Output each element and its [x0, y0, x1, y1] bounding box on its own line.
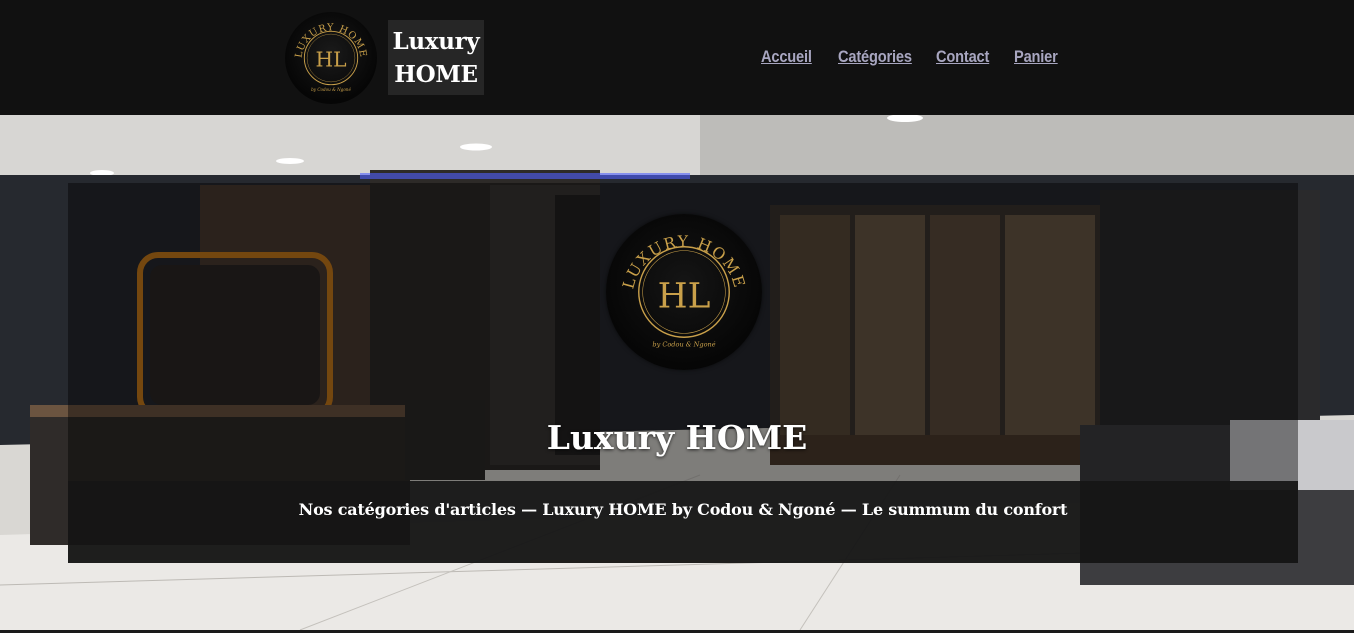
logo-monogram: HL [315, 47, 346, 71]
nav-link-panier[interactable]: Panier [1014, 47, 1058, 67]
hero-subtitle: Nos catégories d'articles — Luxury HOME … [298, 500, 1068, 519]
logo-emblem: LUXURY HOME HL by Codou & Ngoné [294, 22, 368, 92]
logo-image[interactable]: LUXURY HOME HL by Codou & Ngoné [285, 12, 377, 104]
hero-logo-monogram: HL [658, 277, 711, 317]
nav-link-categories[interactable]: Catégories [838, 47, 912, 67]
hero-logo-tagline: by Codou & Ngoné [652, 341, 715, 349]
hero-subtitle-bar: Nos catégories d'articles — Luxury HOME … [68, 481, 1298, 563]
brand-line-1: Luxury [392, 27, 480, 55]
hero-logo-image: LUXURY HOME HL by Codou & Ngoné [606, 214, 762, 370]
site-header: LUXURY HOME HL by Codou & Ngoné Luxury H… [0, 0, 1354, 115]
hero-title: Luxury HOME [546, 418, 808, 457]
logo-tagline: by Codou & Ngoné [311, 87, 351, 92]
nav-link-accueil[interactable]: Accueil [761, 47, 812, 67]
brand-name[interactable]: Luxury HOME [388, 20, 484, 95]
hero-banner: LUXURY HOME HL by Codou & Ngoné Luxury H… [0, 115, 1354, 630]
hero-logo-emblem: LUXURY HOME HL by Codou & Ngoné [619, 233, 747, 349]
nav-link-contact[interactable]: Contact [936, 47, 989, 67]
brand-line-2: HOME [394, 60, 478, 88]
